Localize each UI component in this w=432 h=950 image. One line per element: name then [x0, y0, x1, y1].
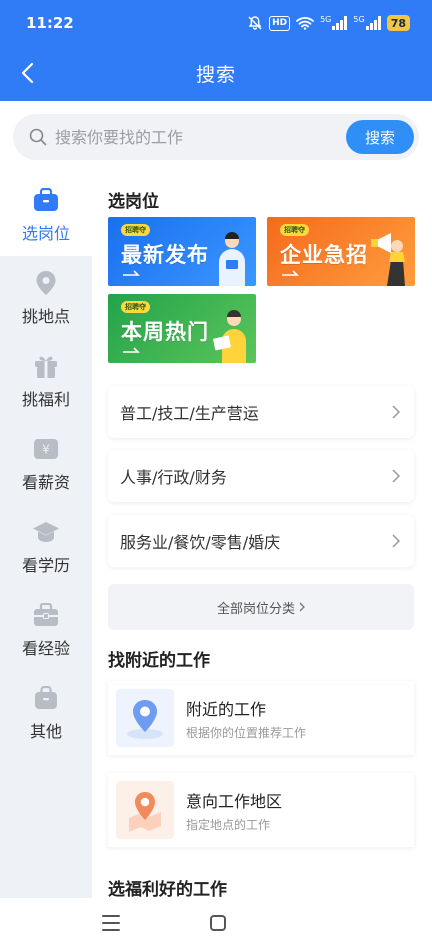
chevron-left-icon — [21, 62, 34, 84]
search-icon — [29, 127, 49, 147]
arrow-right-icon — [123, 347, 140, 353]
banner-latest[interactable]: 招聘夺 最新发布 — [108, 217, 256, 286]
svg-text:¥: ¥ — [42, 442, 50, 456]
preferred-area-text: 意向工作地区 指定地点的工作 — [186, 788, 282, 833]
section-title-positions: 选岗位 — [108, 192, 159, 212]
arrow-right-icon — [282, 270, 299, 276]
banner-tag: 招聘夺 — [121, 224, 150, 236]
menu-icon[interactable] — [102, 915, 120, 931]
preferred-area-title: 意向工作地区 — [186, 791, 283, 811]
category-hr-admin-finance[interactable]: 人事/行政/财务 — [108, 450, 414, 502]
nearby-jobs-title: 附近的工作 — [186, 699, 267, 719]
nav-bar: 搜索 — [0, 46, 432, 101]
sidebar-item-label: 看学历 — [21, 555, 70, 575]
network-label-2: 5G — [353, 15, 365, 24]
status-icons: HD 5G 5G 78 — [247, 15, 410, 31]
chevron-right-icon — [392, 469, 400, 483]
nearby-jobs-text: 附近的工作 根据你的位置推荐工作 — [186, 696, 306, 741]
signal-5g-1: 5G — [320, 15, 348, 31]
toolbox-icon — [32, 601, 60, 629]
category-label: 服务业/餐饮/零售/婚庆 — [120, 533, 281, 552]
banner-urgent[interactable]: 招聘夺 企业急招 — [267, 217, 415, 286]
battery-indicator: 78 — [386, 15, 410, 31]
category-label: 普工/技工/生产营运 — [120, 404, 259, 423]
all-categories-label: 全部岗位分类 — [216, 601, 295, 617]
gift-icon — [32, 352, 60, 380]
sidebar-item-experience[interactable]: 看经验 — [0, 588, 92, 671]
reading-figure-icon — [213, 310, 246, 363]
status-time: 11:22 — [26, 14, 74, 32]
banner-title: 最新发布 — [121, 243, 209, 267]
chevron-right-icon — [392, 534, 400, 548]
megaphone-figure-icon — [371, 233, 405, 286]
sidebar-item-other[interactable]: 其他 — [0, 671, 92, 754]
section-title-benefits: 选福利好的工作 — [108, 880, 227, 898]
category-general-technical[interactable]: 普工/技工/生产营运 — [108, 386, 414, 438]
signal-bars-icon — [332, 16, 348, 30]
banner-hot-week[interactable]: 招聘夺 本周热门 — [108, 294, 256, 363]
location-pin-icon — [116, 689, 174, 747]
nearby-jobs-subtitle: 根据你的位置推荐工作 — [186, 725, 307, 740]
banner-title: 本周热门 — [121, 320, 209, 344]
hd-icon: HD — [269, 15, 291, 31]
sidebar-item-label: 选岗位 — [21, 223, 70, 243]
sidebar-item-location[interactable]: 挑地点 — [0, 256, 92, 339]
sidebar-item-label: 看经验 — [21, 638, 70, 658]
sidebar-item-label: 挑福利 — [21, 389, 70, 409]
nearby-jobs-card[interactable]: 附近的工作 根据你的位置推荐工作 — [108, 681, 414, 755]
map-pin-icon — [116, 781, 174, 839]
chevron-right-icon — [392, 405, 400, 419]
sidebar-item-label: 挑地点 — [21, 306, 70, 326]
search-area: 搜索 — [0, 101, 432, 173]
system-navigation-bar — [0, 898, 432, 950]
banner-tag: 招聘夺 — [121, 301, 150, 313]
app-header: 11:22 HD 5G 5G 78 搜索 — [0, 0, 432, 101]
person-figure-icon — [219, 232, 245, 286]
sidebar-item-salary[interactable]: ¥ 看薪资 — [0, 422, 92, 505]
sidebar-item-benefits[interactable]: 挑福利 — [0, 339, 92, 422]
signal-bars-icon — [365, 16, 381, 30]
preferred-area-card[interactable]: 意向工作地区 指定地点的工作 — [108, 773, 414, 847]
sidebar-item-label: 看薪资 — [21, 472, 70, 492]
page-title: 搜索 — [195, 64, 236, 86]
banner-title: 企业急招 — [280, 243, 368, 267]
chevron-right-icon — [299, 602, 305, 612]
banner-tag: 招聘夺 — [280, 224, 309, 236]
location-pin-icon — [32, 269, 60, 297]
briefcase-icon — [32, 186, 60, 214]
all-categories-button[interactable]: 全部岗位分类 — [108, 584, 414, 630]
network-label-1: 5G — [320, 15, 332, 24]
sidebar-item-label: 其他 — [29, 721, 62, 741]
signal-5g-2: 5G — [353, 15, 381, 31]
category-label: 人事/行政/财务 — [120, 468, 227, 487]
search-box: 搜索 — [13, 114, 419, 160]
graduation-cap-icon — [32, 518, 60, 546]
preferred-area-subtitle: 指定地点的工作 — [186, 817, 271, 832]
back-button[interactable] — [12, 56, 42, 90]
yuan-wallet-icon: ¥ — [32, 435, 60, 463]
main-content: 选岗位 招聘夺 最新发布 招聘夺 企业急招 招聘夺 本周热门 普工/技工/生产营… — [92, 173, 432, 898]
sidebar-item-education[interactable]: 看学历 — [0, 505, 92, 588]
search-button[interactable]: 搜索 — [346, 120, 414, 154]
category-service-retail[interactable]: 服务业/餐饮/零售/婚庆 — [108, 515, 414, 567]
search-input[interactable] — [49, 127, 346, 147]
bag-icon — [32, 684, 60, 712]
status-bar: 11:22 HD 5G 5G 78 — [0, 0, 432, 46]
arrow-right-icon — [123, 270, 140, 276]
wifi-icon — [296, 15, 314, 31]
category-sidebar: 选岗位 挑地点 挑福利 ¥ 看薪资 看学历 看经验 其他 — [0, 173, 92, 898]
home-icon[interactable] — [210, 915, 226, 931]
section-title-nearby: 找附近的工作 — [108, 651, 210, 671]
sidebar-item-positions[interactable]: 选岗位 — [0, 173, 92, 256]
mute-icon — [247, 15, 263, 31]
